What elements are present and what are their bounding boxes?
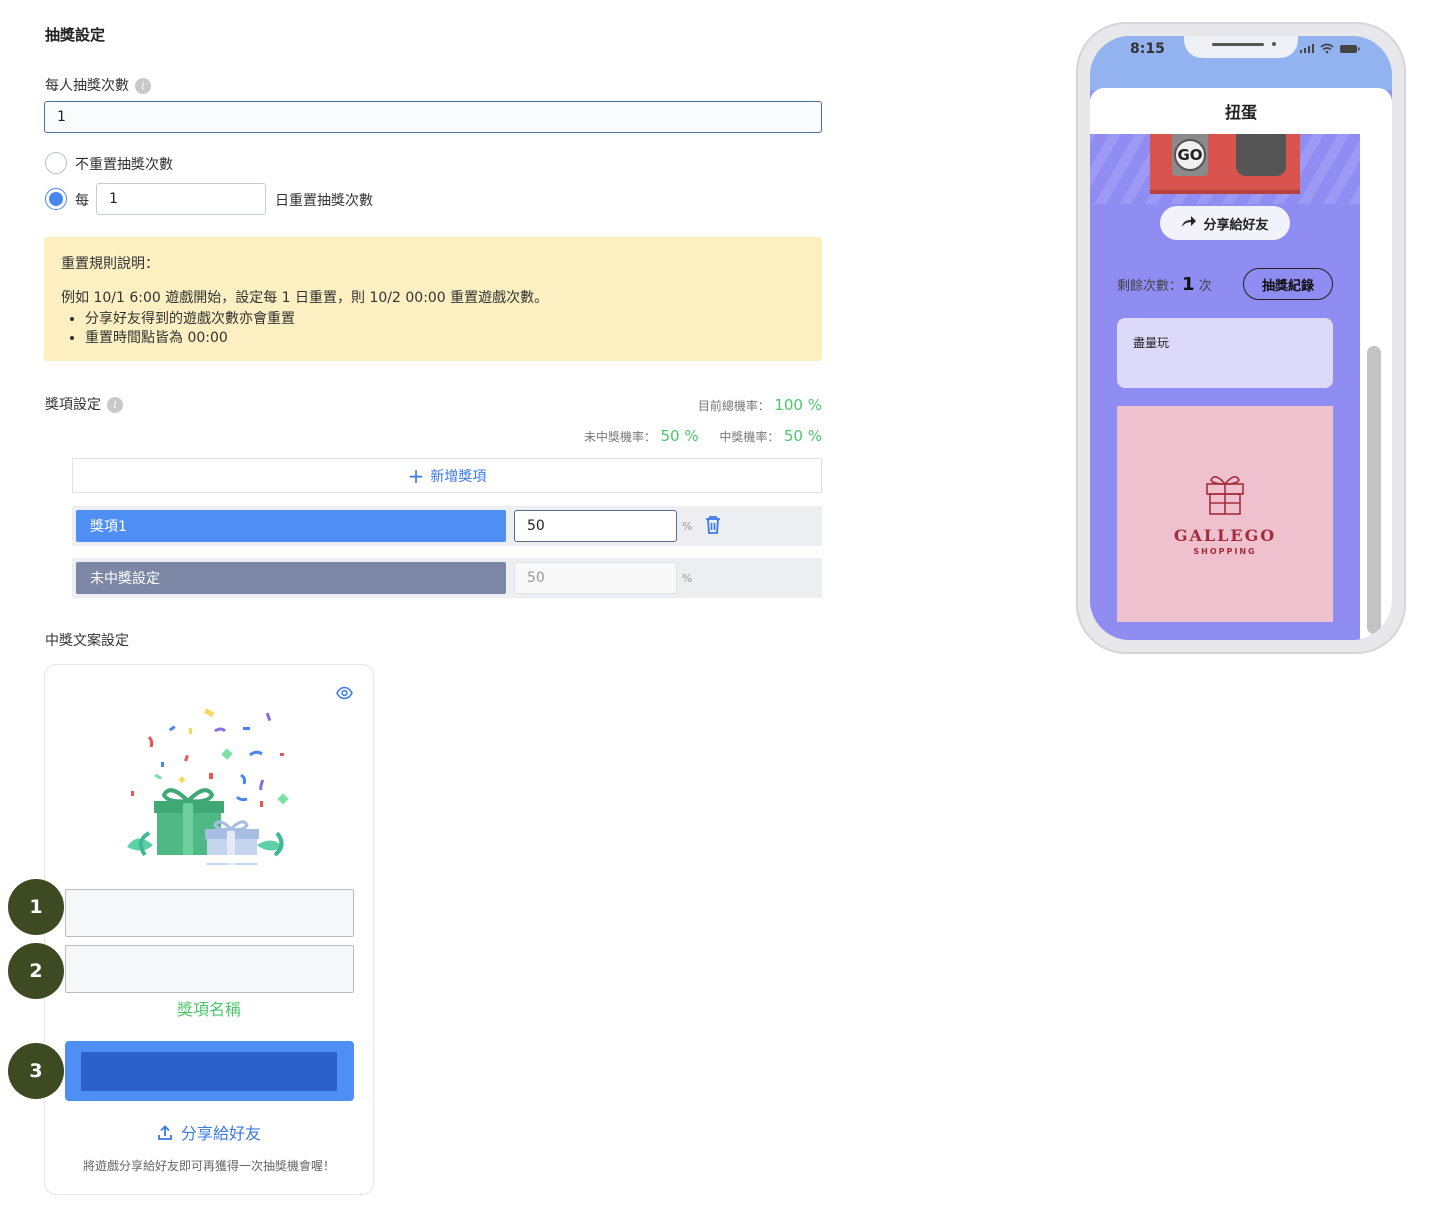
reset-days-input[interactable]: 1 xyxy=(96,183,266,215)
draw-record-button[interactable]: 抽獎紀錄 xyxy=(1243,268,1333,300)
step-badge: 2 xyxy=(8,943,64,999)
phone-notch xyxy=(1184,36,1298,58)
status-bar: 8:15 xyxy=(1090,36,1392,90)
phone-app-title: 扭蛋 xyxy=(1090,88,1392,134)
win-rate: 中獎機率： 50 % xyxy=(719,427,822,445)
win-title-field[interactable] xyxy=(65,889,354,937)
remaining-count: 剩餘次數：1 次 xyxy=(1117,274,1212,295)
total-rate-value: 100 % xyxy=(774,396,822,414)
step-badge: 3 xyxy=(8,1043,64,1099)
prize-name-field[interactable]: 獎項1 xyxy=(76,510,506,542)
info-icon[interactable]: i xyxy=(107,397,123,413)
upload-share-icon xyxy=(157,1125,173,1145)
phone-share-label: 分享給好友 xyxy=(1203,217,1269,233)
per-person-label: 每人抽獎次數 i xyxy=(45,75,151,95)
total-rate-label: 目前總機率： xyxy=(697,399,770,413)
every-label: 每 xyxy=(75,193,89,209)
game-description-box: 盡量玩 xyxy=(1117,318,1333,388)
signal-icon xyxy=(1300,42,1360,58)
win-action-button-inner[interactable] xyxy=(81,1052,337,1091)
per-person-count-input[interactable]: 1 xyxy=(44,101,822,133)
win-text-card: 獎項名稱 分享給好友 將遊戲分享給好友即可再獲得一次抽獎機會喔！ xyxy=(44,664,374,1195)
radio-reset-every[interactable] xyxy=(45,188,67,210)
per-person-label-text: 每人抽獎次數 xyxy=(45,78,129,94)
notice-item: 分享好友得到的遊戲次數亦會重置 xyxy=(85,310,295,329)
remaining-unit: 次 xyxy=(1198,279,1212,294)
notice-example: 例如 10/1 6:00 遊戲開始，設定每 1 日重置，則 10/2 00:00… xyxy=(61,290,549,306)
share-friend-label: 分享給好友 xyxy=(180,1124,261,1143)
phone-screen: 8:15 扭蛋 GO 分享給好友 剩餘次數：1 次 抽獎紀錄 盡量玩 GALLE… xyxy=(1090,36,1392,640)
camera-dot xyxy=(1272,42,1276,46)
status-time: 8:15 xyxy=(1130,41,1165,57)
prize-section-title-text: 獎項設定 xyxy=(45,397,101,413)
lose-rate: 未中獎機率： 50 % xyxy=(584,427,699,445)
prize-section-title: 獎項設定 i xyxy=(45,394,123,414)
phone-preview: 8:15 扭蛋 GO 分享給好友 剩餘次數：1 次 抽獎紀錄 盡量玩 GALLE… xyxy=(1076,22,1406,654)
reset-suffix-label: 日重置抽獎次數 xyxy=(275,193,373,209)
win-desc-field[interactable] xyxy=(65,945,354,993)
add-prize-button[interactable]: + 新增獎項 xyxy=(72,458,822,493)
info-icon[interactable]: i xyxy=(135,78,151,94)
plus-icon: + xyxy=(407,463,425,488)
lose-rate-label: 未中獎機率： xyxy=(584,430,657,444)
lottery-section-title: 抽獎設定 xyxy=(45,26,106,44)
radio-no-reset[interactable] xyxy=(45,152,67,174)
win-text-section-title: 中獎文案設定 xyxy=(45,633,129,649)
remaining-value: 1 xyxy=(1182,274,1195,295)
phone-content: GO 分享給好友 剩餘次數：1 次 抽獎紀錄 盡量玩 GALLEGO SHOPP… xyxy=(1090,134,1360,640)
go-label: GO xyxy=(1174,139,1206,171)
brand-sub: SHOPPING xyxy=(1193,547,1257,556)
add-prize-label: 新增獎項 xyxy=(430,468,487,485)
game-description-text: 盡量玩 xyxy=(1133,336,1170,350)
prize-row: 獎項1 50 % xyxy=(72,506,822,546)
percent-unit: % xyxy=(682,572,693,585)
gift-icon xyxy=(1201,470,1249,522)
scrollbar-thumb[interactable] xyxy=(1367,346,1381,634)
phone-share-button[interactable]: 分享給好友 xyxy=(1160,206,1290,240)
win-rate-label: 中獎機率： xyxy=(719,430,780,444)
no-prize-rate-input: 50 xyxy=(514,562,677,594)
gift-celebration-illustration xyxy=(125,705,295,869)
notice-title: 重置規則說明： xyxy=(61,256,159,272)
win-rate-value: 50 % xyxy=(783,427,822,445)
percent-unit: % xyxy=(682,520,693,533)
scroll-track xyxy=(1360,134,1392,640)
reset-rule-notice: 重置規則說明： 例如 10/1 6:00 遊戲開始，設定每 1 日重置，則 10… xyxy=(44,237,822,361)
share-arrow-icon xyxy=(1181,214,1197,232)
speaker-grille xyxy=(1212,43,1264,46)
share-note: 將遊戲分享給好友即可再獲得一次抽獎機會喔！ xyxy=(82,1159,335,1173)
trash-icon[interactable] xyxy=(704,515,722,539)
eye-icon[interactable] xyxy=(336,686,353,704)
prize-row: 未中獎設定 50 % xyxy=(72,558,822,598)
win-action-button[interactable] xyxy=(65,1041,354,1101)
lose-rate-value: 50 % xyxy=(660,427,699,445)
prize-rate-input[interactable]: 50 xyxy=(514,510,677,542)
brand-banner: GALLEGO SHOPPING xyxy=(1117,406,1333,622)
notice-list: 分享好友得到的遊戲次數亦會重置 重置時間點皆為 00:00 xyxy=(61,310,295,348)
notice-item: 重置時間點皆為 00:00 xyxy=(85,329,295,348)
brand-name: GALLEGO xyxy=(1173,526,1277,545)
step-badge: 1 xyxy=(8,879,64,935)
go-button[interactable]: GO xyxy=(1172,134,1208,176)
prize-name-hint: 獎項名稱 xyxy=(176,1000,241,1019)
total-rate: 目前總機率： 100 % xyxy=(698,396,822,414)
share-friend-link[interactable]: 分享給好友 xyxy=(45,1120,373,1145)
capsule-outlet xyxy=(1236,134,1286,176)
remaining-label: 剩餘次數： xyxy=(1117,279,1183,294)
no-reset-label: 不重置抽獎次數 xyxy=(75,157,173,173)
no-prize-name-field: 未中獎設定 xyxy=(76,562,506,594)
gacha-machine: GO xyxy=(1150,134,1300,194)
